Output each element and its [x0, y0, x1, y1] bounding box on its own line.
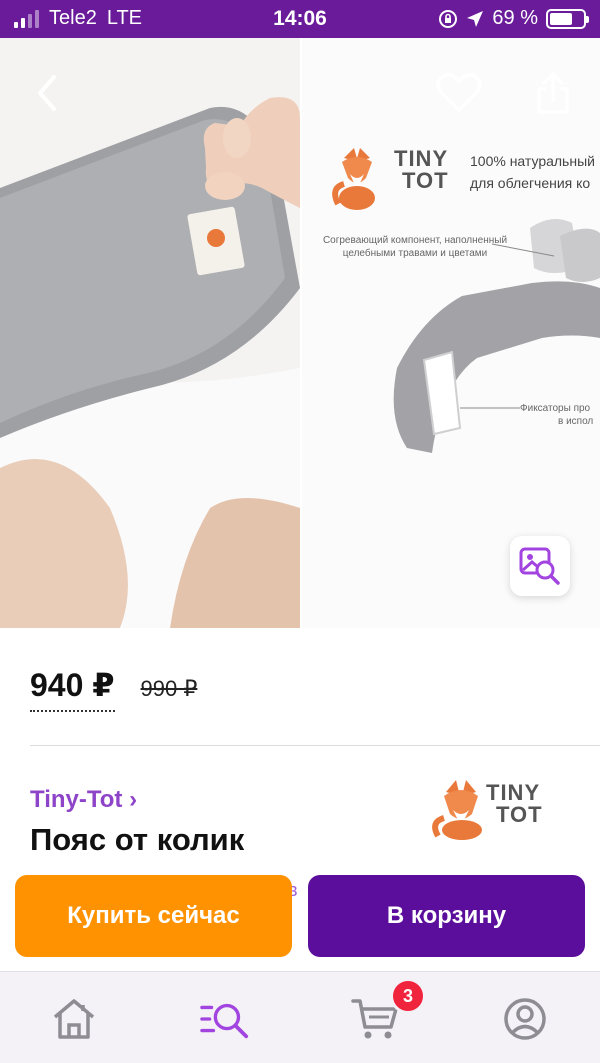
- promo-headline: 100% натуральный для облегчения ко: [470, 150, 595, 194]
- callout-fasteners-line2: в испол: [558, 416, 594, 427]
- product-photo-baby[interactable]: [0, 38, 300, 628]
- location-icon: [467, 10, 484, 27]
- buy-now-button[interactable]: Купить сейчас: [15, 875, 292, 957]
- price-row: 940 ₽ 990 ₽: [30, 666, 197, 712]
- cart-badge: 3: [390, 978, 426, 1014]
- brand-link[interactable]: Tiny-Tot ›: [30, 786, 137, 814]
- product-gallery[interactable]: TINY TOT 100% натуральный для облегчения…: [0, 38, 600, 628]
- product-title: Пояс от колик: [30, 822, 245, 857]
- status-right: 69 %: [438, 7, 589, 30]
- chevron-left-icon: [38, 75, 56, 111]
- image-search-button[interactable]: [510, 536, 570, 596]
- promo-logo-line1: TINY: [394, 146, 449, 171]
- share-icon: [537, 72, 569, 114]
- orientation-lock-icon: [439, 9, 458, 28]
- promo-headline-line2: для облегчения ко: [470, 175, 591, 191]
- brand-logo[interactable]: TINY TOT: [432, 778, 552, 842]
- callout-warming-line2: целебными травами и цветами: [342, 248, 488, 259]
- promo-logo: TINY TOT: [394, 148, 449, 192]
- tab-catalog[interactable]: [200, 994, 250, 1044]
- promo-headline-line1: 100% натуральный: [470, 153, 595, 169]
- share-button[interactable]: [528, 68, 578, 118]
- status-bar: Tele2 LTE 14:06 69 %: [0, 0, 600, 38]
- divider: [30, 745, 600, 746]
- callout-fasteners-line1: Фиксаторы про: [520, 403, 591, 414]
- heart-icon: [436, 73, 482, 112]
- add-to-cart-button[interactable]: В корзину: [308, 875, 585, 957]
- old-price: 990 ₽: [140, 676, 198, 701]
- brand-logo-line2: TOT: [496, 802, 543, 827]
- fox-logo-icon: [432, 780, 482, 840]
- catalog-search-icon: [200, 1003, 249, 1039]
- tab-profile[interactable]: [500, 994, 550, 1044]
- battery-percent: 69 %: [492, 7, 538, 29]
- tab-home[interactable]: [49, 994, 99, 1044]
- image-search-icon: [519, 547, 560, 585]
- back-button[interactable]: [22, 68, 72, 118]
- callout-warming-line1: Согревающий компонент, наполненный: [322, 235, 508, 246]
- profile-icon: [504, 998, 546, 1040]
- home-icon: [53, 999, 95, 1039]
- promo-callout-fasteners: Фиксаторы про в испол: [520, 402, 593, 428]
- tab-bar: [0, 971, 600, 1063]
- promo-callout-warming: Согревающий компонент, наполненный целеб…: [310, 234, 520, 260]
- promo-logo-line2: TOT: [402, 168, 449, 193]
- current-price[interactable]: 940 ₽: [30, 666, 115, 712]
- favorite-button[interactable]: [434, 68, 484, 118]
- battery-icon: [546, 8, 589, 29]
